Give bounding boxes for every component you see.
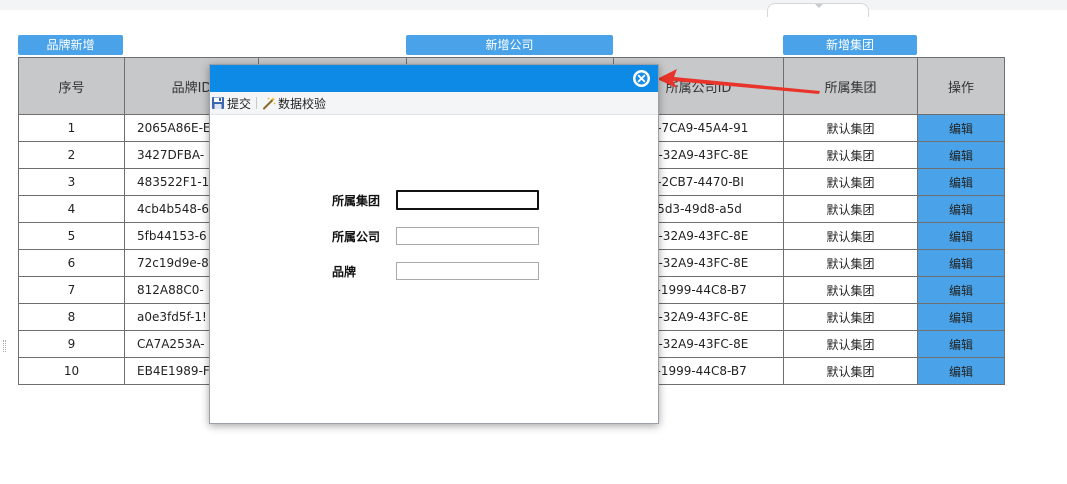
header-action: 操作: [917, 57, 1005, 115]
row-index: 5: [18, 222, 125, 250]
validate-label: 数据校验: [278, 96, 327, 111]
edit-button[interactable]: 编辑: [917, 303, 1005, 331]
edit-button[interactable]: 编辑: [917, 276, 1005, 304]
row-index: 9: [18, 330, 125, 358]
edit-button[interactable]: 编辑: [917, 222, 1005, 250]
company-row: 所属公司: [332, 226, 539, 246]
row-group: 默认集团: [783, 114, 918, 142]
add-brand-dialog: 提交 数据校验 所属集团 所属公司 品牌: [209, 64, 659, 424]
brand-label: 品牌: [332, 264, 357, 279]
save-icon: [211, 96, 225, 110]
brand-row: 品牌: [332, 261, 539, 281]
row-group: 默认集团: [783, 357, 918, 385]
row-group: 默认集团: [783, 168, 918, 196]
row-group: 默认集团: [783, 276, 918, 304]
company-label: 所属公司: [332, 229, 381, 244]
edit-button[interactable]: 编辑: [917, 195, 1005, 223]
top-strip: [0, 0, 1067, 17]
row-group: 默认集团: [783, 222, 918, 250]
brand-field[interactable]: [396, 262, 539, 280]
group-label: 所属集团: [332, 193, 381, 208]
row-group: 默认集团: [783, 303, 918, 331]
dialog-toolbar: 提交 数据校验: [210, 92, 658, 115]
row-group: 默认集团: [783, 330, 918, 358]
toolbar-separator: [256, 97, 258, 109]
row-index: 6: [18, 249, 125, 277]
add-brand-button[interactable]: 品牌新增: [18, 35, 123, 55]
row-index: 1: [18, 114, 125, 142]
wand-icon: [262, 96, 276, 110]
submit-button[interactable]: 提交: [211, 95, 251, 112]
row-index: 2: [18, 141, 125, 169]
row-group: 默认集团: [783, 249, 918, 277]
group-row: 所属集团: [332, 190, 539, 210]
row-index: 8: [18, 303, 125, 331]
submit-label: 提交: [227, 96, 252, 111]
row-group: 默认集团: [783, 141, 918, 169]
close-icon[interactable]: [633, 70, 650, 87]
collapse-toggle-tab[interactable]: [767, 3, 869, 17]
add-group-button[interactable]: 新增集团: [783, 35, 917, 55]
row-index: 7: [18, 276, 125, 304]
row-index: 10: [18, 357, 125, 385]
edit-button[interactable]: 编辑: [917, 330, 1005, 358]
row-index: 4: [18, 195, 125, 223]
edit-button[interactable]: 编辑: [917, 168, 1005, 196]
add-company-button[interactable]: 新增公司: [406, 35, 613, 55]
header-index: 序号: [18, 57, 125, 115]
edit-button[interactable]: 编辑: [917, 357, 1005, 385]
dialog-titlebar[interactable]: [210, 65, 658, 92]
group-field[interactable]: [396, 190, 539, 210]
annotation-arrow: [657, 69, 820, 94]
edit-button[interactable]: 编辑: [917, 141, 1005, 169]
row-group: 默认集团: [783, 195, 918, 223]
edit-button[interactable]: 编辑: [917, 249, 1005, 277]
edit-button[interactable]: 编辑: [917, 114, 1005, 142]
row-index: 3: [18, 168, 125, 196]
resize-handle[interactable]: [3, 340, 6, 352]
validate-button[interactable]: 数据校验: [262, 95, 326, 112]
company-field[interactable]: [396, 227, 539, 245]
